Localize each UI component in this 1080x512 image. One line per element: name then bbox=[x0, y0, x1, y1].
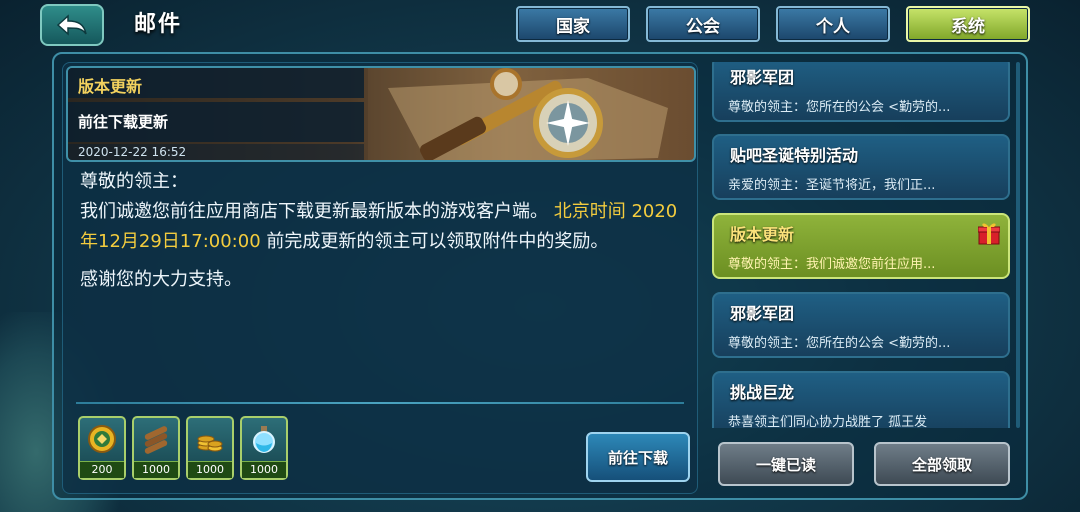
mail-item-preview: 尊敬的领主：您所在的公会 <勤劳的... bbox=[728, 100, 951, 115]
mail-item-preview: 尊敬的领主：我们诚邀您前往应用... bbox=[728, 257, 936, 272]
back-button[interactable] bbox=[40, 4, 104, 46]
mail-greeting: 尊敬的领主： bbox=[80, 171, 188, 192]
potion-flask-icon bbox=[253, 426, 275, 453]
mail-body-part1: 我们诚邀您前往应用商店下载更新最新版本的游戏客户端。 bbox=[80, 201, 548, 222]
tab-guild[interactable]: 公会 bbox=[646, 6, 760, 42]
tab-bar: 国家 公会 个人 系统 bbox=[516, 6, 1030, 42]
mail-item-preview: 亲爱的领主：圣诞节将近，我们正... bbox=[728, 178, 936, 193]
mail-list[interactable]: 邪影军团 尊敬的领主：您所在的公会 <勤劳的... 贴吧圣诞特别活动 亲爱的领主… bbox=[712, 62, 1014, 428]
read-all-button[interactable]: 一键已读 bbox=[718, 442, 854, 486]
divider bbox=[76, 402, 684, 404]
mail-item-title: 邪影军团 bbox=[730, 68, 795, 87]
list-item[interactable]: 贴吧圣诞特别活动 亲爱的领主：圣诞节将近，我们正... bbox=[712, 134, 1010, 200]
list-scrollbar[interactable] bbox=[1016, 62, 1020, 428]
emblem-coin-icon bbox=[88, 425, 116, 453]
tab-nation[interactable]: 国家 bbox=[516, 6, 630, 42]
page-title: 邮件 bbox=[134, 12, 183, 37]
mail-item-title: 挑战巨龙 bbox=[730, 383, 795, 402]
attachment-item[interactable]: 1000 bbox=[132, 416, 180, 480]
mail-body: 尊敬的领主： 我们诚邀您前往应用商店下载更新最新版本的游戏客户端。 北京时间 2… bbox=[80, 167, 684, 295]
mail-title: 版本更新 bbox=[78, 77, 143, 96]
wood-logs-icon bbox=[144, 426, 168, 454]
mail-date: 2020-12-22 16:52 bbox=[78, 145, 187, 159]
list-item-selected[interactable]: 版本更新 尊敬的领主：我们诚邀您前往应用... bbox=[712, 213, 1010, 279]
attachment-qty: 1000 bbox=[188, 461, 232, 478]
attachment-item[interactable]: 200 bbox=[78, 416, 126, 480]
mail-banner: 版本更新 前往下载更新 2020-12-22 16:52 bbox=[66, 66, 696, 162]
list-item[interactable]: 邪影军团 尊敬的领主：您所在的公会 <勤劳的... bbox=[712, 292, 1010, 358]
attachment-list: 200 1000 1000 1000 bbox=[78, 416, 288, 480]
tab-system[interactable]: 系统 bbox=[906, 6, 1030, 42]
mail-item-title: 邪影军团 bbox=[730, 304, 795, 323]
attachment-item[interactable]: 1000 bbox=[186, 416, 234, 480]
mail-thanks: 感谢您的大力支持。 bbox=[80, 269, 242, 290]
mail-paragraph: 我们诚邀您前往应用商店下载更新最新版本的游戏客户端。 北京时间 2020年12月… bbox=[80, 197, 684, 257]
mail-item-preview: 恭喜领主们同心协力战胜了 孤王发 bbox=[728, 415, 928, 428]
list-item[interactable]: 邪影军团 尊敬的领主：您所在的公会 <勤劳的... bbox=[712, 62, 1010, 122]
gift-icon bbox=[978, 223, 1000, 245]
claim-all-button[interactable]: 全部领取 bbox=[874, 442, 1010, 486]
attachment-item[interactable]: 1000 bbox=[240, 416, 288, 480]
back-arrow-icon bbox=[56, 14, 87, 36]
gold-coins-icon bbox=[197, 435, 223, 452]
list-item[interactable]: 挑战巨龙 恭喜领主们同心协力战胜了 孤王发 bbox=[712, 371, 1010, 428]
download-button[interactable]: 前往下载 bbox=[586, 432, 690, 482]
attachment-qty: 1000 bbox=[242, 461, 286, 478]
attachment-qty: 1000 bbox=[134, 461, 178, 478]
mail-body-part2: 前完成更新的领主可以领取附件中的奖励。 bbox=[266, 231, 609, 252]
attachment-qty: 200 bbox=[80, 461, 124, 478]
tab-personal[interactable]: 个人 bbox=[776, 6, 890, 42]
mail-item-title: 版本更新 bbox=[730, 225, 795, 244]
mail-item-preview: 尊敬的领主：您所在的公会 <勤劳的... bbox=[728, 336, 951, 351]
mail-subtitle: 前往下载更新 bbox=[78, 113, 169, 131]
mail-item-title: 贴吧圣诞特别活动 bbox=[730, 146, 859, 165]
